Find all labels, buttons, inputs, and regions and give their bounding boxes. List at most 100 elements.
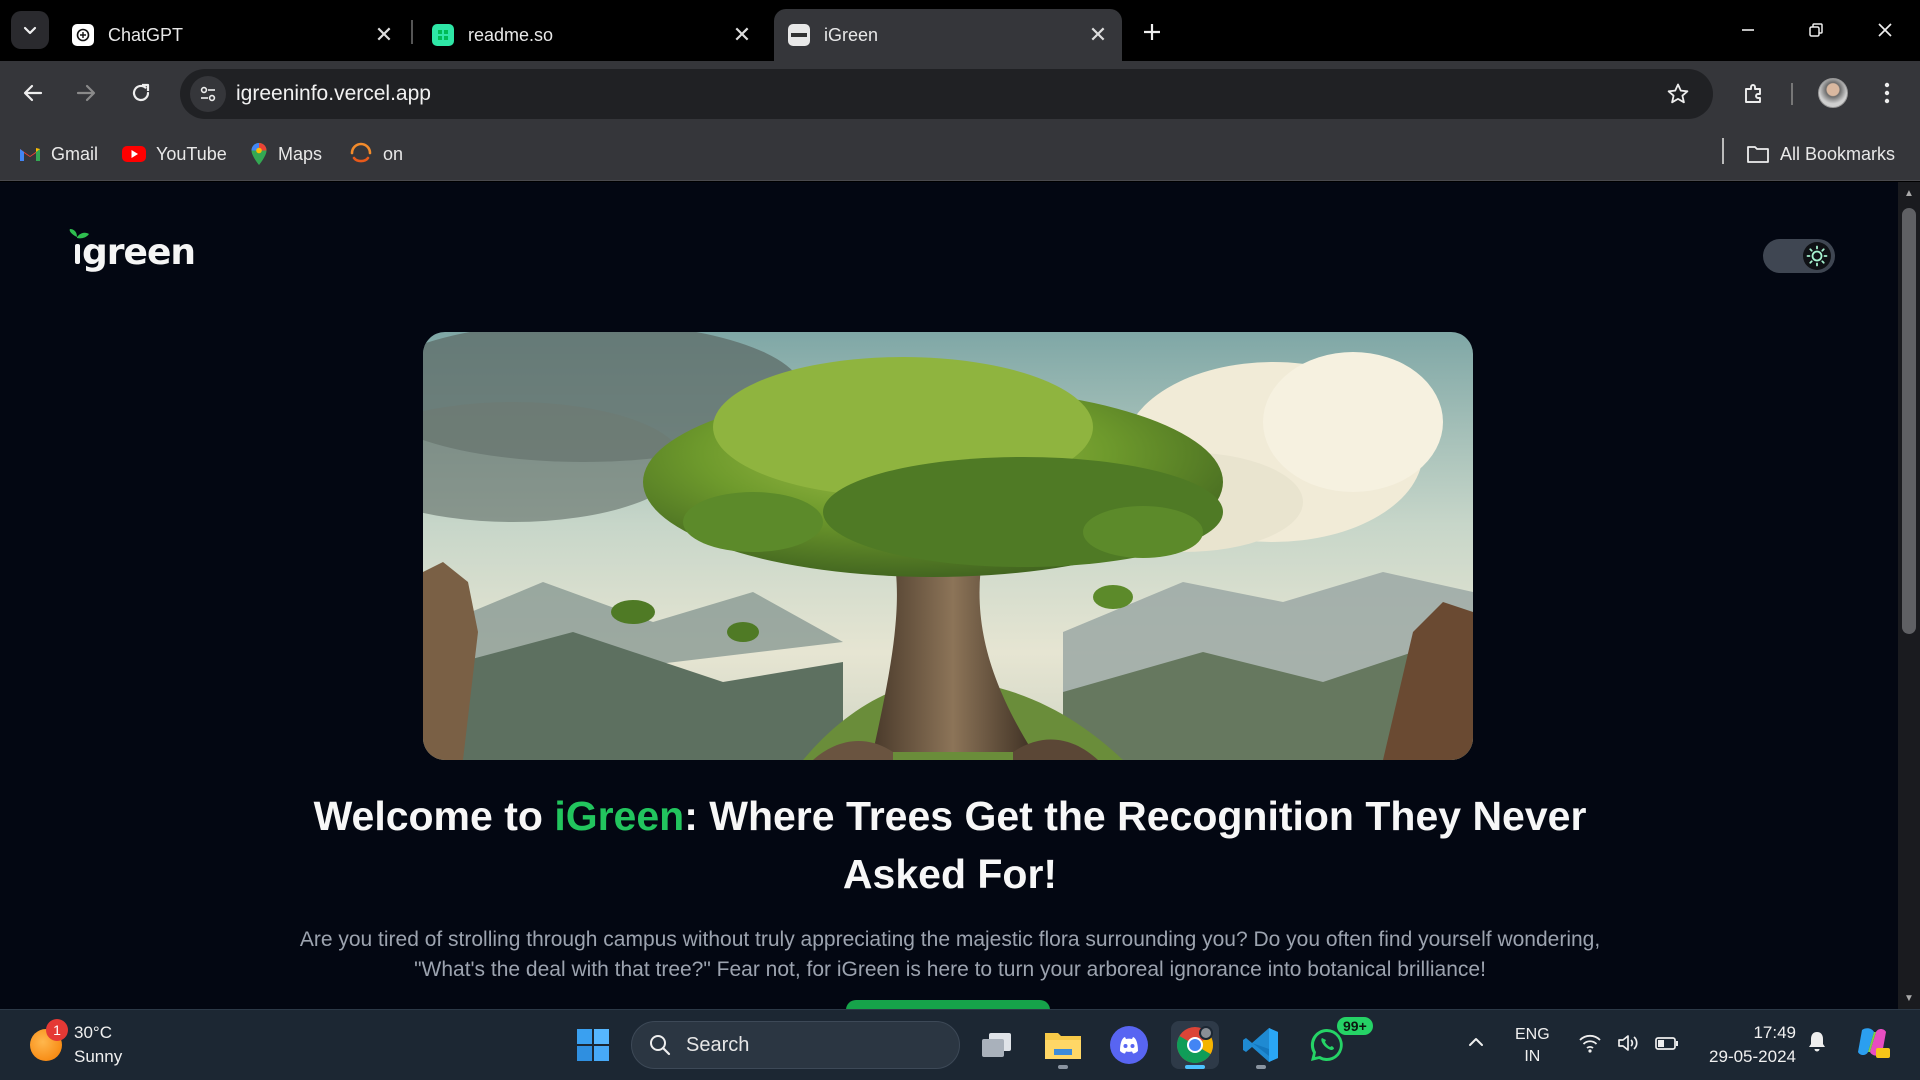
back-button[interactable]	[13, 73, 53, 113]
copilot-button[interactable]	[1854, 1024, 1890, 1067]
site-info-button[interactable]	[190, 76, 226, 112]
bookmark-maps[interactable]: Maps	[250, 140, 322, 168]
chrome-icon	[1176, 1026, 1214, 1064]
headline-suffix: : Where Trees Get the Recognition They N…	[684, 793, 1587, 897]
language-line1: ENG	[1515, 1026, 1550, 1043]
profile-button[interactable]	[1813, 73, 1853, 113]
new-tab-button[interactable]	[1134, 14, 1170, 50]
page-headline: Welcome to iGreen: Where Trees Get the R…	[300, 787, 1600, 903]
address-bar[interactable]: igreeninfo.vercel.app	[180, 69, 1713, 119]
scroll-up-arrow-icon[interactable]: ▲	[1898, 184, 1920, 202]
puzzle-icon	[1745, 84, 1761, 103]
wifi-icon	[1579, 1034, 1601, 1053]
leaf-icon	[69, 229, 89, 264]
close-tab-icon[interactable]: ✕	[370, 21, 398, 49]
notifications-button[interactable]	[1806, 1030, 1828, 1061]
close-tab-icon[interactable]: ✕	[1084, 21, 1112, 49]
logo-text: green	[82, 232, 196, 273]
scroll-thumb[interactable]	[1902, 208, 1916, 634]
extensions-button[interactable]	[1734, 73, 1774, 113]
reload-button[interactable]	[121, 73, 161, 113]
chevron-up-icon	[1469, 1038, 1483, 1046]
url-text[interactable]: igreeninfo.vercel.app	[236, 82, 431, 106]
task-view-icon	[982, 1033, 1011, 1057]
scroll-down-arrow-icon[interactable]: ▼	[1898, 989, 1920, 1007]
tab-search-button[interactable]	[11, 11, 49, 49]
search-icon	[650, 1035, 671, 1056]
maps-icon	[250, 142, 268, 166]
close-window-button[interactable]	[1860, 10, 1910, 50]
taskbar-vscode[interactable]	[1237, 1021, 1285, 1069]
gmail-icon	[19, 146, 41, 162]
igreen-logo[interactable]: green	[69, 229, 196, 273]
start-button[interactable]	[569, 1021, 617, 1069]
battery-icon	[1655, 1037, 1678, 1050]
bookmark-youtube[interactable]: YouTube	[122, 140, 227, 168]
clock[interactable]: 17:49 29-05-2024	[1700, 1021, 1796, 1069]
sun-icon	[1806, 245, 1828, 267]
chrome-menu-button[interactable]	[1867, 73, 1907, 113]
youtube-icon	[122, 145, 146, 163]
copilot-icon	[1858, 1028, 1890, 1058]
language-indicator[interactable]: ENG IN	[1515, 1024, 1550, 1068]
tab-readme[interactable]: readme.so ✕	[418, 9, 766, 61]
tab-igreen[interactable]: iGreen ✕	[774, 9, 1122, 61]
bookmark-label: YouTube	[156, 143, 227, 164]
bookmarks-separator	[1722, 138, 1724, 164]
all-bookmarks-label: All Bookmarks	[1780, 143, 1896, 164]
windows-logo-icon	[577, 1029, 609, 1061]
restore-button[interactable]	[1791, 10, 1841, 50]
task-view-button[interactable]	[973, 1021, 1021, 1069]
weather-condition: Sunny	[74, 1047, 123, 1066]
star-icon	[1667, 83, 1689, 104]
chatgpt-icon	[72, 24, 94, 46]
bookmark-star-button[interactable]	[1663, 79, 1693, 109]
all-bookmarks-button[interactable]: All Bookmarks	[1746, 140, 1895, 168]
running-indicator	[1256, 1065, 1266, 1069]
tab-title: iGreen	[824, 24, 879, 45]
arrow-left-icon	[23, 84, 43, 102]
theme-toggle-knob	[1803, 242, 1831, 270]
bookmark-on[interactable]: on	[349, 140, 403, 168]
tab-separator	[411, 20, 413, 44]
vscode-icon	[1243, 1028, 1278, 1062]
discord-icon	[1110, 1026, 1148, 1064]
tree-illustration	[423, 332, 1473, 760]
igreen-favicon-icon	[788, 24, 810, 46]
tab-chatgpt[interactable]: ChatGPT ✕	[58, 9, 408, 61]
active-indicator	[1185, 1065, 1205, 1069]
arrow-right-icon	[76, 84, 96, 102]
weather-widget[interactable]: 1 30°C Sunny	[30, 1019, 123, 1069]
weather-badge: 1	[46, 1019, 68, 1041]
tune-icon	[200, 86, 216, 102]
bookmarks-bar: Gmail YouTube Maps on All Bookmarks	[0, 126, 1920, 181]
taskbar-discord[interactable]	[1105, 1021, 1153, 1069]
system-tray-status[interactable]	[1578, 1032, 1680, 1054]
orange-arc-icon	[349, 142, 373, 166]
taskbar-chrome[interactable]	[1171, 1021, 1219, 1069]
language-line2: IN	[1524, 1048, 1541, 1065]
bookmark-label: Gmail	[51, 143, 99, 164]
taskbar-file-explorer[interactable]	[1039, 1021, 1087, 1069]
theme-toggle[interactable]	[1763, 239, 1835, 273]
folder-icon	[1746, 144, 1770, 164]
taskbar-whatsapp[interactable]: 99+	[1303, 1015, 1375, 1069]
minimize-button[interactable]	[1723, 10, 1773, 50]
avatar	[1818, 78, 1848, 108]
temperature: 30°C	[74, 1023, 112, 1042]
close-icon	[1878, 23, 1892, 37]
taskbar-search[interactable]: Search	[631, 1021, 960, 1069]
bookmark-label: on	[383, 143, 404, 164]
tab-title: readme.so	[468, 24, 554, 45]
headline-prefix: Welcome to	[313, 793, 555, 839]
date: 29-05-2024	[1709, 1047, 1796, 1066]
bookmark-gmail[interactable]: Gmail	[19, 140, 98, 168]
page-scrollbar[interactable]: ▲ ▼	[1898, 182, 1920, 1009]
reload-icon	[132, 83, 150, 102]
show-hidden-icons-button[interactable]	[1466, 1032, 1486, 1059]
close-tab-icon[interactable]: ✕	[728, 21, 756, 49]
forward-button[interactable]	[66, 73, 106, 113]
bell-icon	[1809, 1032, 1825, 1052]
cta-button[interactable]	[846, 1000, 1050, 1009]
headline-brand: iGreen	[554, 793, 685, 839]
